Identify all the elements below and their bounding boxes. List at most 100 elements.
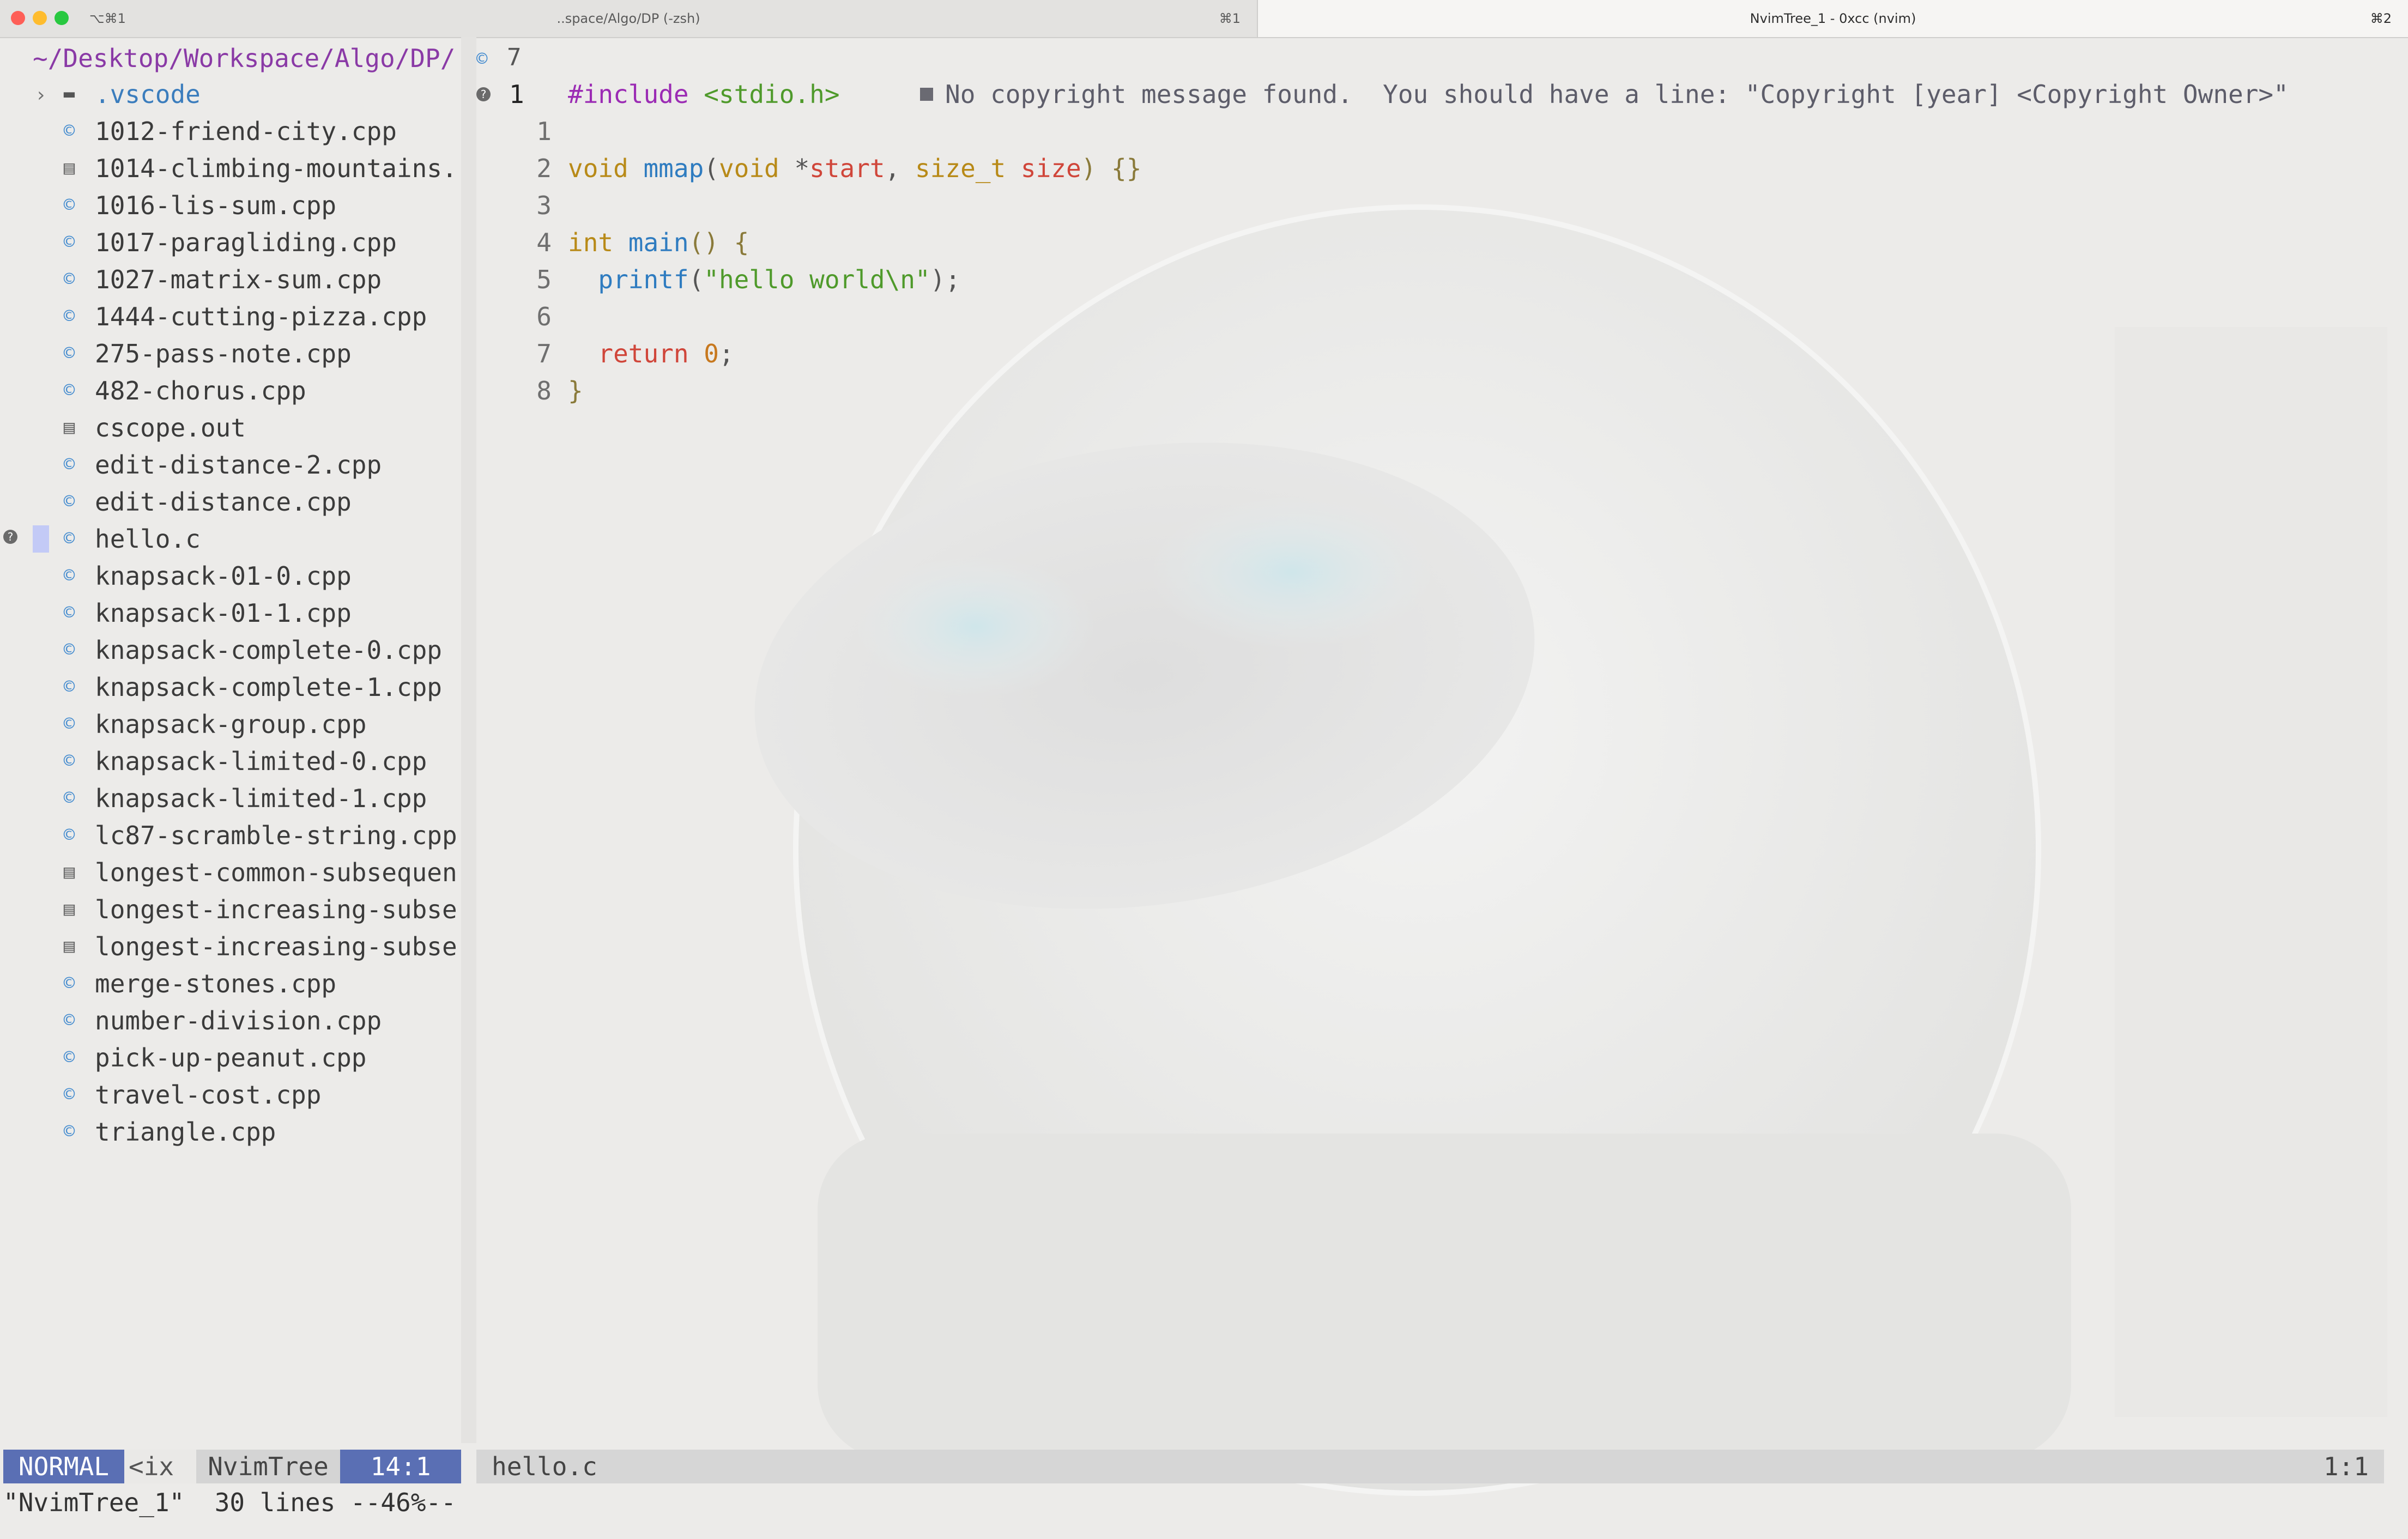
code-token: <stdio.h>	[704, 80, 840, 109]
tree-file-item[interactable]: © knapsack-limited-0.cpp	[0, 742, 461, 779]
code-token: start	[809, 154, 885, 183]
code-text: int main() {	[568, 228, 749, 257]
code-text: }	[568, 376, 583, 405]
code-line[interactable]: ? 1 #include <stdio.h> No copyright mess…	[476, 75, 2384, 112]
tree-file-item[interactable]: © knapsack-01-0.cpp	[0, 557, 461, 594]
code-line[interactable]: 8 }	[476, 372, 2384, 409]
tree-file-item[interactable]: ? © hello.c	[0, 520, 461, 557]
tree-file-item[interactable]: © triangle.cpp	[0, 1113, 461, 1150]
maximize-window-button[interactable]	[55, 11, 69, 25]
tree-file-item[interactable]: © 275-pass-note.cpp	[0, 335, 461, 372]
nvimtree-pane[interactable]: ~/Desktop/Workspace/Algo/DP/ › ▬ .vscode…	[0, 37, 461, 1443]
tree-file-item[interactable]: © 482-chorus.cpp	[0, 372, 461, 409]
tree-file-item[interactable]: © 1017-paragliding.cpp	[0, 223, 461, 260]
code-text: return 0;	[568, 339, 734, 368]
tree-file-item[interactable]: © 1016-lis-sum.cpp	[0, 186, 461, 223]
c-file-icon: ©	[63, 194, 75, 216]
code-token: () {	[688, 228, 749, 257]
tree-file-item[interactable]: © knapsack-complete-0.cpp	[0, 631, 461, 668]
tree-file-name: 1016-lis-sum.cpp	[95, 191, 337, 220]
header-count: 7	[507, 44, 522, 71]
code-line[interactable]: 7 return 0;	[476, 335, 2384, 372]
cursor-position: 14:1	[340, 1450, 461, 1483]
tree-file-name: 1444-cutting-pizza.cpp	[95, 302, 427, 331]
tree-file-name: knapsack-complete-0.cpp	[95, 635, 442, 665]
tree-file-item[interactable]: © knapsack-limited-1.cpp	[0, 779, 461, 816]
minimize-window-button[interactable]	[33, 11, 47, 25]
tree-file-item[interactable]: © edit-distance.cpp	[0, 483, 461, 520]
c-file-icon: ©	[476, 48, 488, 70]
filetype-segment: NvimTree	[196, 1450, 340, 1483]
code-line[interactable]: 2 void mmap(void *start, size_t size) {}	[476, 149, 2384, 186]
diagnostic-text: No copyright message found. You should h…	[945, 80, 2289, 109]
tree-file-name: knapsack-complete-1.cpp	[95, 672, 442, 702]
tree-file-item[interactable]: ▤ longest-increasing-subse	[0, 890, 461, 928]
command-line[interactable]: "NvimTree_1" 30 lines --46%--	[3, 1488, 456, 1517]
tree-file-item[interactable]: ▤ longest-increasing-subse	[0, 928, 461, 965]
tree-root-path[interactable]: ~/Desktop/Workspace/Algo/DP/	[33, 44, 455, 73]
tree-file-item[interactable]: © 1027-matrix-sum.cpp	[0, 260, 461, 298]
tree-folder-vscode[interactable]: › ▬ .vscode	[0, 75, 461, 112]
tree-file-item[interactable]: © 1444-cutting-pizza.cpp	[0, 298, 461, 335]
code-token: size_t	[915, 154, 1006, 183]
c-file-icon: ©	[63, 379, 75, 401]
tree-file-item[interactable]: © knapsack-complete-1.cpp	[0, 668, 461, 705]
c-file-icon: ©	[63, 676, 75, 698]
close-window-button[interactable]	[11, 11, 25, 25]
c-file-icon: ©	[63, 1009, 75, 1031]
line-number: 1	[536, 117, 552, 146]
tree-file-item[interactable]: © edit-distance-2.cpp	[0, 446, 461, 483]
c-file-icon: ©	[63, 528, 75, 549]
tree-file-name: triangle.cpp	[95, 1117, 276, 1147]
tab-zsh-shortcut: ⌘1	[1219, 11, 1241, 26]
tree-file-item[interactable]: ▤ cscope.out	[0, 409, 461, 446]
code-line[interactable]: 5 printf("hello world\n");	[476, 260, 2384, 298]
line-number: 8	[536, 376, 552, 405]
tree-file-name: 1027-matrix-sum.cpp	[95, 265, 382, 294]
tree-file-name: edit-distance-2.cpp	[95, 450, 382, 480]
tree-file-item[interactable]: © pick-up-peanut.cpp	[0, 1039, 461, 1076]
tab-zsh[interactable]: ⌥⌘1 ..space/Algo/DP (-zsh) ⌘1	[0, 0, 1257, 37]
line-number: 6	[536, 302, 552, 331]
tree-file-name: knapsack-group.cpp	[95, 710, 367, 739]
tab-nvim-shortcut: ⌘2	[2370, 11, 2392, 26]
tree-file-name: travel-cost.cpp	[95, 1080, 322, 1110]
tree-file-item[interactable]: © knapsack-group.cpp	[0, 705, 461, 742]
line-number: 1	[509, 80, 524, 109]
chevron-right-icon[interactable]: ›	[35, 84, 47, 106]
c-file-icon: ©	[63, 1083, 75, 1105]
c-file-icon: ©	[63, 490, 75, 512]
tab-nvim[interactable]: NvimTree_1 - 0xcc (nvim) ⌘2	[1258, 0, 2408, 37]
code-token: ;	[718, 339, 734, 368]
code-line[interactable]: 6	[476, 298, 2384, 335]
code-token: (	[704, 154, 719, 183]
tree-file-item[interactable]: © travel-cost.cpp	[0, 1076, 461, 1113]
tree-file-item[interactable]: © knapsack-01-1.cpp	[0, 594, 461, 631]
window-split[interactable]	[461, 37, 476, 1443]
tree-file-item[interactable]: © 1012-friend-city.cpp	[0, 112, 461, 149]
code-token: size	[1020, 154, 1081, 183]
tree-file-item[interactable]: © lc87-scramble-string.cpp	[0, 816, 461, 853]
window-titlebar: ⌥⌘1 ..space/Algo/DP (-zsh) ⌘1 NvimTree_1…	[0, 0, 2408, 38]
tree-file-item[interactable]: ▤ longest-common-subsequen	[0, 853, 461, 890]
c-file-icon: ©	[63, 1120, 75, 1142]
code-token: void	[718, 154, 779, 183]
code-token: mmap	[643, 154, 704, 183]
code-line[interactable]: 1	[476, 112, 2384, 149]
tree-file-item[interactable]: © number-division.cpp	[0, 1002, 461, 1039]
tree-file-item[interactable]: © merge-stones.cpp	[0, 965, 461, 1002]
code-text: printf("hello world\n");	[568, 265, 960, 294]
code-line[interactable]: 3	[476, 186, 2384, 223]
code-token: );	[930, 265, 961, 294]
text-file-icon: ▤	[63, 898, 75, 920]
c-file-icon: ©	[63, 342, 75, 364]
tree-file-item[interactable]: ▤ 1014-climbing-mountains.	[0, 149, 461, 186]
code-line[interactable]: 4 int main() {	[476, 223, 2384, 260]
editor-pane[interactable]: © 7 ? 1 #include <stdio.h> No copyright …	[476, 37, 2389, 1443]
code-text: #include <stdio.h>	[568, 80, 840, 109]
c-file-icon: ©	[63, 268, 75, 290]
tree-file-name: edit-distance.cpp	[95, 487, 352, 517]
tree-file-name: 482-chorus.cpp	[95, 376, 306, 405]
tree-file-name: merge-stones.cpp	[95, 969, 337, 998]
code-token: printf	[598, 265, 689, 294]
